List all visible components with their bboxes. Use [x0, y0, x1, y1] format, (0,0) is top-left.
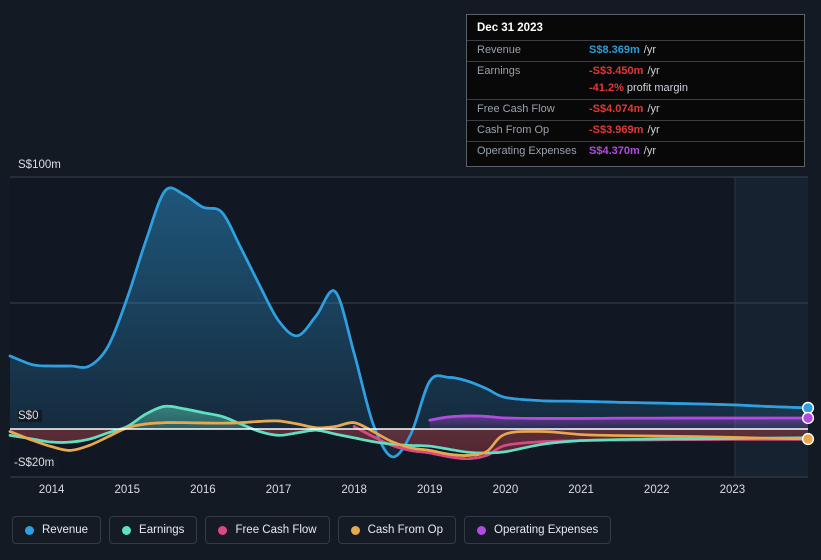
legend-color-dot-icon: [218, 525, 228, 535]
endpoint-marker-cash-from-op: [801, 432, 815, 446]
tooltip-row-value: -41.2% profit margin: [589, 82, 688, 94]
tooltip-row: Revenue S$8.369m/yr: [467, 40, 804, 61]
tooltip-date: Dec 31 2023: [477, 22, 543, 34]
x-axis-tick-2023: 2023: [719, 484, 746, 496]
tooltip-row-key: Cash From Op: [477, 124, 550, 136]
endpoint-marker-operating-expenses: [801, 411, 815, 425]
x-axis-tick-2014: 2014: [38, 484, 65, 496]
chart-page: S$100m S$0 -S$20m 2014 2015 2016 2017 2018 20…: [0, 0, 821, 560]
legend-item-earnings[interactable]: Earnings: [109, 516, 198, 544]
y-axis-label-top: S$100m: [18, 159, 65, 171]
tooltip-row: Operating Expenses S$4.370m/yr: [467, 141, 804, 162]
legend-color-dot-icon: [25, 525, 34, 535]
tooltip-row-value: S$8.369m/yr: [589, 44, 656, 56]
tooltip-row: Earnings -S$3.450m/yr: [467, 61, 804, 82]
tooltip-row-value: -S$3.450m/yr: [589, 65, 660, 77]
y-axis-label-zero: S$0: [18, 410, 43, 422]
endpoint-marker-revenue: [801, 401, 815, 415]
tooltip-row-value: -S$4.074m/yr: [589, 103, 660, 115]
tooltip-row-key: Operating Expenses: [477, 145, 577, 157]
y-axis-label-bottom: -S$20m: [14, 457, 59, 469]
legend-item-revenue[interactable]: Revenue: [12, 516, 102, 544]
legend-item-label: Revenue: [42, 524, 89, 536]
legend-item-operating-expenses[interactable]: Operating Expenses: [464, 516, 612, 544]
chart-legend: Revenue Earnings Free Cash Flow Cash From O…: [12, 516, 612, 544]
legend-item-label: Free Cash Flow: [235, 524, 317, 536]
legend-item-cash-from-op[interactable]: Cash From Op: [337, 516, 457, 544]
x-axis-tick-2019: 2019: [417, 484, 443, 496]
x-axis-tick-2017: 2017: [265, 484, 292, 496]
x-axis-tick-2020: 2020: [492, 484, 519, 496]
x-axis-tick-2015: 2015: [114, 484, 141, 496]
tooltip-row-key: Earnings: [477, 65, 521, 77]
tooltip-row: -41.2% profit margin: [467, 82, 804, 99]
tooltip-row-value: S$4.370m/yr: [589, 145, 656, 157]
legend-color-dot-icon: [122, 525, 132, 535]
datapoint-tooltip: Dec 31 2023 Revenue S$8.369m/yr Earnings -S…: [466, 14, 805, 167]
tooltip-row-key: Free Cash Flow: [477, 103, 555, 115]
tooltip-row: Free Cash Flow -S$4.074m/yr: [467, 99, 804, 120]
tooltip-row-value: -S$3.969m/yr: [589, 124, 660, 136]
legend-color-dot-icon: [477, 525, 487, 535]
x-axis-tick-2021: 2021: [568, 484, 594, 496]
tooltip-row: Cash From Op -S$3.969m/yr: [467, 120, 804, 141]
x-axis-tick-2016: 2016: [190, 484, 216, 496]
legend-color-dot-icon: [350, 525, 360, 535]
legend-item-label: Operating Expenses: [494, 524, 599, 536]
tooltip-row-key: Revenue: [477, 44, 522, 56]
legend-item-free-cash-flow[interactable]: Free Cash Flow: [205, 516, 330, 544]
legend-item-label: Earnings: [139, 524, 185, 536]
legend-item-label: Cash From Op: [367, 524, 444, 536]
x-axis-tick-2018: 2018: [341, 484, 367, 496]
x-axis-tick-2022: 2022: [643, 484, 670, 496]
